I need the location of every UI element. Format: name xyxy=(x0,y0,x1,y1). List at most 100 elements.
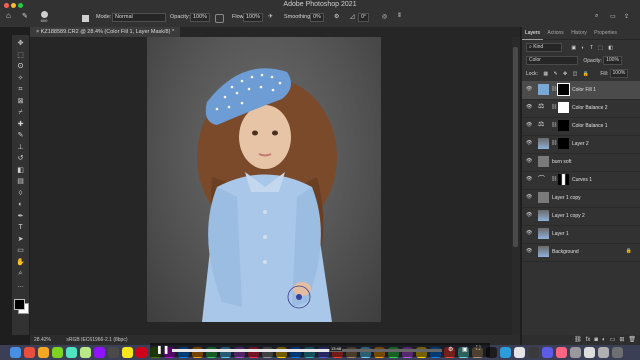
foreground-color-swatch[interactable] xyxy=(14,299,25,310)
opacity-field[interactable]: 100% xyxy=(190,13,211,22)
quick-select-icon[interactable]: ✧ xyxy=(16,74,25,83)
preview-icon[interactable] xyxy=(570,347,581,358)
workspace-icon[interactable]: ▭ xyxy=(610,13,616,20)
blend-mode-select[interactable]: Color xyxy=(526,56,578,65)
scrollbar-thumb[interactable] xyxy=(513,47,518,247)
mail-icon[interactable] xyxy=(66,347,77,358)
layer-mask-thumbnail[interactable] xyxy=(558,138,569,149)
angle-field[interactable]: 0° xyxy=(358,13,370,22)
history-brush-icon[interactable]: ↺ xyxy=(16,154,25,163)
flow-field[interactable]: 100% xyxy=(243,13,264,22)
pen-icon[interactable]: ✒ xyxy=(16,212,25,221)
visibility-eye-icon[interactable]: 👁 xyxy=(526,249,532,254)
pip-icon[interactable]: ▣ xyxy=(462,346,468,353)
brush-preset-picker[interactable]: 600 xyxy=(38,11,50,23)
fx-icon[interactable]: fx xyxy=(586,337,591,343)
mask-icon[interactable]: ◙ xyxy=(594,337,598,343)
launchpad-icon[interactable] xyxy=(24,347,35,358)
new-layer-icon[interactable]: ⊞ xyxy=(619,337,624,343)
dodge-icon[interactable]: ◐ xyxy=(16,200,25,209)
trash-icon[interactable] xyxy=(612,347,623,358)
canvas-area[interactable] xyxy=(30,37,520,335)
filter-icons[interactable]: ▣ ◐ T ⬚ ◧ xyxy=(571,45,615,51)
layer-row[interactable]: 👁 Layer 1 xyxy=(522,225,640,244)
link-icon[interactable]: ⛓ xyxy=(551,122,557,128)
layer-row[interactable]: 👁 ⛓ Color Fill 1 xyxy=(522,81,640,100)
layer-row[interactable]: 👁 Background 🔒 xyxy=(522,243,640,262)
layer-mask-thumbnail[interactable] xyxy=(558,174,569,185)
link-icon[interactable]: ⛓ xyxy=(551,86,557,92)
safari-icon[interactable] xyxy=(38,347,49,358)
visibility-eye-icon[interactable]: 👁 xyxy=(526,231,532,236)
filter-kind-select[interactable]: ⌕ Kind xyxy=(526,43,562,52)
layer-row[interactable]: 👁 ⛓ Layer 2 xyxy=(522,135,640,154)
video-progress-bar[interactable]: 13:48 xyxy=(172,346,442,352)
calendar-icon[interactable] xyxy=(122,347,133,358)
lasso-icon[interactable]: ʘ xyxy=(16,62,25,71)
teams-icon[interactable] xyxy=(514,347,525,358)
visibility-eye-icon[interactable]: 👁 xyxy=(526,213,532,218)
layer-fill-field[interactable]: 100% xyxy=(609,69,629,78)
layer-mask-thumbnail[interactable] xyxy=(558,120,569,131)
activity-icon[interactable] xyxy=(556,347,567,358)
brush-tool-icon[interactable]: ✎ xyxy=(22,12,28,20)
layer-mask-thumbnail[interactable] xyxy=(557,83,570,96)
gear-icon[interactable]: ⚙ xyxy=(334,13,339,20)
folder-icon[interactable]: ▭ xyxy=(610,337,616,343)
layer-opacity-field[interactable]: 100% xyxy=(603,56,622,65)
zoom-icon[interactable]: ⌕ xyxy=(16,269,25,278)
visibility-eye-icon[interactable]: 👁 xyxy=(526,159,532,164)
brush-icon[interactable]: ✎ xyxy=(16,131,25,140)
blur-icon[interactable]: ◊ xyxy=(16,189,25,198)
marquee-icon[interactable]: ⬚ xyxy=(16,51,25,60)
visibility-eye-icon[interactable]: 👁 xyxy=(526,105,532,110)
home-icon[interactable]: ⌂ xyxy=(6,11,11,20)
share-icon[interactable]: ⇪ xyxy=(624,13,629,20)
settings-icon[interactable]: ⚙ xyxy=(448,346,453,353)
hand-icon[interactable]: ✋ xyxy=(16,258,25,267)
airbrush-icon[interactable]: ✈ xyxy=(268,13,273,20)
more-icon[interactable]: … xyxy=(16,281,25,290)
facetime-icon[interactable] xyxy=(108,347,119,358)
pause-icon[interactable]: ❚❚ xyxy=(156,346,169,354)
visibility-eye-icon[interactable]: 👁 xyxy=(526,123,532,128)
type-icon[interactable]: T xyxy=(16,223,25,232)
layer-row[interactable]: 👁 ⚖ ⛓ Color Balance 1 xyxy=(522,117,640,136)
tab-actions[interactable]: Actions xyxy=(544,27,566,39)
downloads-icon[interactable] xyxy=(598,347,609,358)
messages-icon[interactable] xyxy=(52,347,63,358)
move-icon[interactable]: ✥ xyxy=(16,39,25,48)
link-icon[interactable]: ⛓ xyxy=(551,176,557,182)
zoom-window-button[interactable] xyxy=(18,3,23,8)
pressure-opacity-icon[interactable] xyxy=(215,14,224,23)
layer-row[interactable]: 👁 Layer 1 copy 2 xyxy=(522,207,640,226)
search-icon[interactable]: ⌕ xyxy=(595,13,598,20)
outlook-icon[interactable] xyxy=(528,347,539,358)
document-tab[interactable]: × KZ188589.CR2 @ 28.4% (Color Fill 1, La… xyxy=(30,27,181,37)
frame-icon[interactable]: ⊠ xyxy=(16,97,25,106)
layer-row[interactable]: 👁 Layer 1 copy xyxy=(522,189,640,208)
maps-icon[interactable] xyxy=(80,347,91,358)
finder-icon[interactable] xyxy=(10,347,21,358)
status-zoom[interactable]: 28.42% xyxy=(34,337,51,343)
stamp-icon[interactable]: ⊥ xyxy=(16,143,25,152)
eyedropper-icon[interactable]: ⌿ xyxy=(16,108,25,117)
lock-icons[interactable]: ▦ ✎ ✥ ◫ 🔒 xyxy=(543,71,591,77)
brush-settings-icon[interactable] xyxy=(82,15,89,22)
tab-history[interactable]: History xyxy=(568,27,590,39)
link-icon[interactable]: ⛓ xyxy=(574,337,582,343)
terminal-icon[interactable] xyxy=(542,347,553,358)
rectangle-icon[interactable]: ▭ xyxy=(16,246,25,255)
tab-properties[interactable]: Properties xyxy=(591,27,620,39)
adjustment-icon[interactable]: ◐ xyxy=(602,337,606,343)
photos-icon[interactable] xyxy=(94,347,105,358)
crop-icon[interactable]: ⌗ xyxy=(16,85,25,94)
eraser-icon[interactable]: ◧ xyxy=(16,166,25,175)
layer-mask-thumbnail[interactable] xyxy=(558,102,569,113)
textedit-icon[interactable] xyxy=(584,347,595,358)
tab-layers[interactable]: Layers xyxy=(522,27,544,40)
layer-row[interactable]: 👁 ⚖ ⛓ Color Balance 2 xyxy=(522,99,640,118)
smoothing-field[interactable]: 0% xyxy=(310,13,324,22)
contacts-icon[interactable] xyxy=(136,347,147,358)
close-window-button[interactable] xyxy=(4,3,9,8)
